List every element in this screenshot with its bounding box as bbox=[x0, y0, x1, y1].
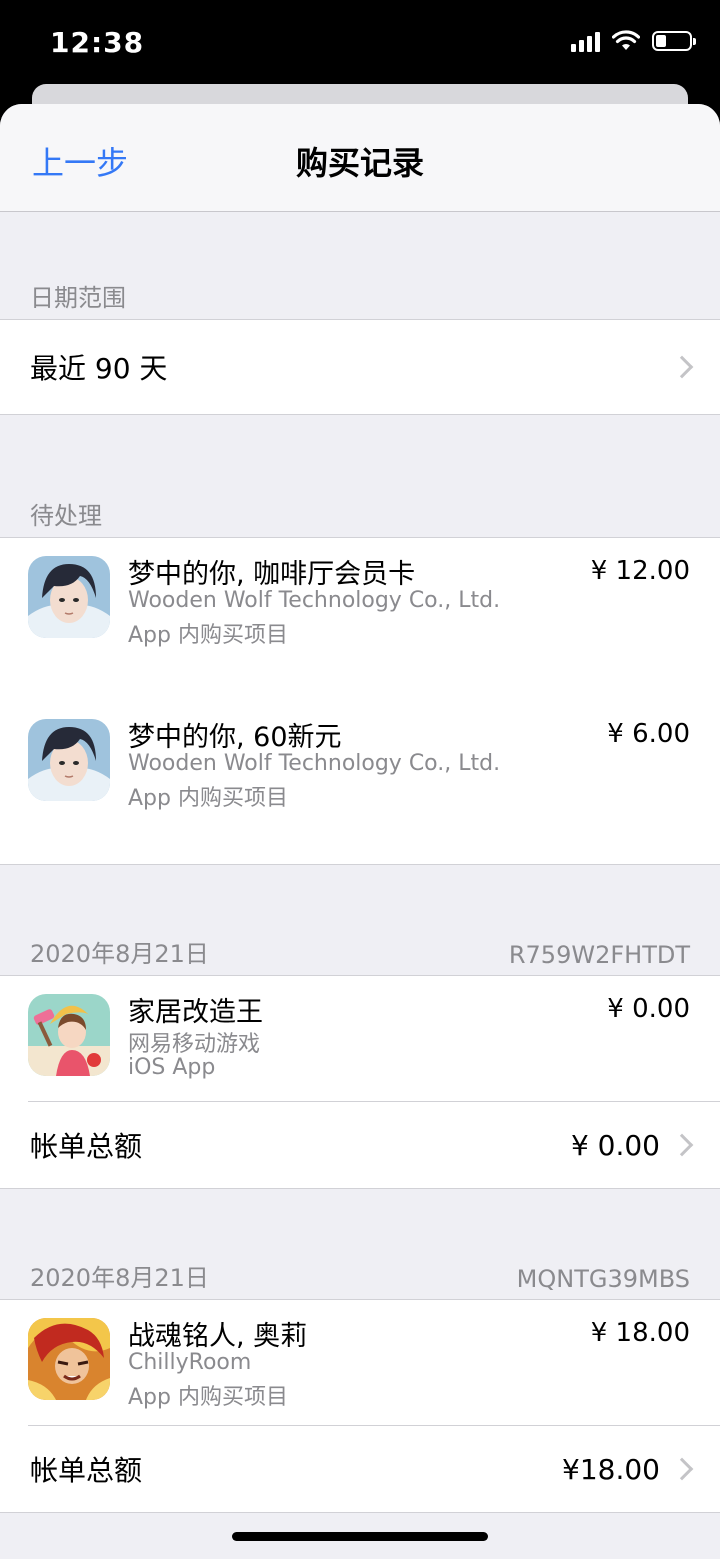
chevron-right-icon bbox=[670, 1133, 694, 1157]
pending-header-label: 待处理 bbox=[30, 502, 102, 530]
item-developer: Wooden Wolf Technology Co., Ltd. bbox=[128, 751, 501, 776]
status-time: 12:38 bbox=[50, 26, 145, 59]
bill-total-label: 帐单总额 bbox=[30, 1454, 143, 1487]
item-name: 家居改造王 bbox=[128, 997, 263, 1028]
item-type: App 内购买项目 bbox=[128, 623, 288, 648]
order-header: 2020年8月21日 R759W2FHTDT bbox=[0, 865, 720, 975]
order-header: 2020年8月21日 MQNTG39MBS bbox=[0, 1189, 720, 1299]
chevron-right-icon bbox=[670, 355, 694, 379]
item-price: ¥ 18.00 bbox=[590, 1318, 690, 1348]
page-title: 购买记录 bbox=[295, 144, 424, 182]
battery-level bbox=[656, 35, 666, 47]
purchase-item[interactable]: 梦中的你, 60新元 Wooden Wolf Technology Co., L… bbox=[0, 701, 720, 864]
order-group: 家居改造王 网易移动游戏 iOS App ¥ 0.00 帐单总额 ¥ 0.00 bbox=[0, 975, 720, 1189]
chevron-right-icon bbox=[670, 1457, 694, 1481]
item-name: 梦中的你, 咖啡厅会员卡 bbox=[128, 559, 416, 590]
order-date: 2020年8月21日 bbox=[30, 940, 209, 968]
order-id: MQNTG39MBS bbox=[516, 1265, 690, 1293]
item-developer: Wooden Wolf Technology Co., Ltd. bbox=[128, 588, 501, 613]
battery-icon bbox=[652, 31, 696, 51]
status-icons bbox=[571, 30, 696, 52]
bill-total-value: ¥18.00 bbox=[562, 1452, 660, 1486]
pending-header: 待处理 bbox=[0, 415, 720, 537]
bill-total-value: ¥ 0.00 bbox=[570, 1128, 660, 1162]
item-name: 梦中的你, 60新元 bbox=[128, 722, 342, 753]
item-developer: 网易移动游戏 bbox=[128, 1032, 261, 1057]
bill-total-row[interactable]: 帐单总额 ¥ 0.00 bbox=[0, 1102, 720, 1188]
item-price: ¥ 12.00 bbox=[590, 556, 690, 586]
date-range-row[interactable]: 最近 90 天 bbox=[0, 320, 720, 414]
item-type: App 内购买项目 bbox=[128, 1385, 288, 1410]
date-range-header-label: 日期范围 bbox=[30, 284, 126, 312]
bill-total-label: 帐单总额 bbox=[30, 1130, 143, 1163]
purchase-history-sheet: 上一步 购买记录 日期范围 最近 90 天 待处理 梦中的你, 咖啡厅会员卡 W… bbox=[0, 104, 720, 1559]
item-name: 战魂铭人, 奥莉 bbox=[128, 1321, 308, 1352]
purchase-item[interactable]: 战魂铭人, 奥莉 ChillyRoom App 内购买项目 ¥ 18.00 bbox=[0, 1300, 720, 1425]
dream-you-game-icon bbox=[28, 719, 110, 801]
order-group: 战魂铭人, 奥莉 ChillyRoom App 内购买项目 ¥ 18.00 帐单… bbox=[0, 1299, 720, 1513]
bill-total-value-wrap: ¥18.00 bbox=[562, 1452, 694, 1486]
wifi-icon bbox=[612, 30, 640, 50]
order-id: R759W2FHTDT bbox=[508, 941, 690, 969]
status-bar: 12:38 bbox=[0, 0, 720, 90]
purchase-item[interactable]: 家居改造王 网易移动游戏 iOS App ¥ 0.00 bbox=[0, 976, 720, 1101]
dream-you-game-icon bbox=[28, 556, 110, 638]
home-design-game-icon bbox=[28, 994, 110, 1076]
navigation-bar: 上一步 购买记录 bbox=[0, 104, 720, 212]
bill-total-row[interactable]: 帐单总额 ¥18.00 bbox=[0, 1426, 720, 1512]
item-type: iOS App bbox=[128, 1055, 216, 1080]
date-range-header: 日期范围 bbox=[0, 212, 720, 319]
pending-group: 梦中的你, 咖啡厅会员卡 Wooden Wolf Technology Co.,… bbox=[0, 537, 720, 865]
purchase-item[interactable]: 梦中的你, 咖啡厅会员卡 Wooden Wolf Technology Co.,… bbox=[0, 538, 720, 701]
bill-total-value-wrap: ¥ 0.00 bbox=[570, 1128, 694, 1162]
home-indicator[interactable] bbox=[232, 1532, 488, 1541]
date-range-value: 最近 90 天 bbox=[30, 352, 168, 385]
item-developer: ChillyRoom bbox=[128, 1350, 252, 1375]
cellular-signal-icon bbox=[571, 30, 600, 52]
order-date: 2020年8月21日 bbox=[30, 1264, 209, 1292]
date-range-group: 最近 90 天 bbox=[0, 319, 720, 415]
item-price: ¥ 6.00 bbox=[607, 719, 690, 749]
item-price: ¥ 0.00 bbox=[607, 994, 690, 1024]
otherworld-legends-game-icon bbox=[28, 1318, 110, 1400]
item-type: App 内购买项目 bbox=[128, 786, 288, 811]
